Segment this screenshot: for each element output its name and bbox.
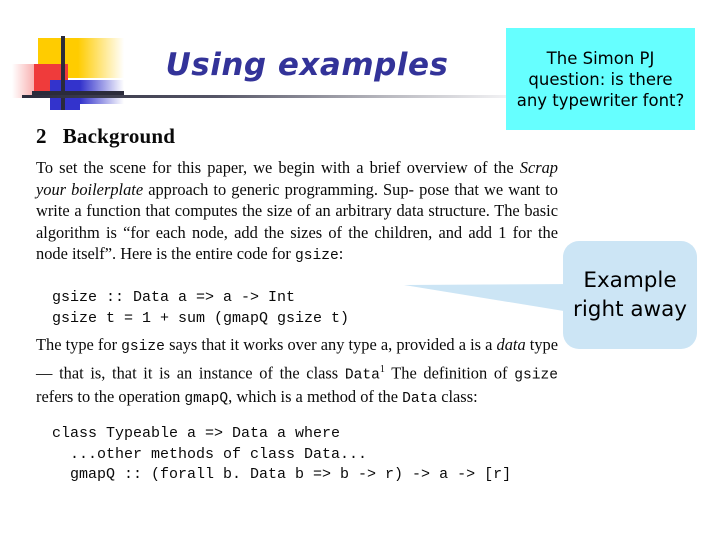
- slide-title: Using examples: [165, 47, 449, 83]
- code-block-gsize: gsize :: Data a => a -> Int gsize t = 1 …: [52, 289, 350, 327]
- para2-code-data: Data: [344, 366, 380, 383]
- para2-code-data-2: Data: [402, 391, 438, 408]
- section-heading: 2 Background: [36, 124, 175, 149]
- code-block-data-class: class Typeable a => Data a where ...othe…: [52, 425, 512, 483]
- para1-code-gsize: gsize: [294, 248, 339, 264]
- para2-line3-pre: The definition of: [391, 362, 515, 382]
- title-underline-rule: [22, 95, 506, 98]
- speech-callout: Example right away: [404, 238, 699, 352]
- para2-line3-post: , which is a: [228, 387, 303, 407]
- para2-code-gsize-2: gsize: [514, 366, 558, 383]
- cyan-note-box: The Simon PJ question: is there any type…: [506, 28, 695, 130]
- para2-line4-pre: method of the: [306, 387, 403, 407]
- callout-body: Example right away: [563, 241, 697, 349]
- para2-code-gmapq: gmapQ: [184, 391, 229, 408]
- footnote-marker: 1: [379, 363, 385, 375]
- callout-text: Example right away: [572, 268, 687, 322]
- header-decoration-graphic: [12, 36, 124, 110]
- section-number: 2: [36, 124, 47, 148]
- para1-line2-post: approach to generic programming. Sup-: [143, 179, 415, 199]
- para2-code-gsize: gsize: [121, 339, 165, 355]
- callout-tail-icon: [404, 284, 576, 313]
- para2-line3-mid: refers to the operation: [36, 387, 185, 407]
- para1-line2-pre: the: [493, 158, 520, 177]
- cyan-note-text: The Simon PJ question: is there any type…: [516, 48, 685, 110]
- para2-line1-pre: The type for: [36, 335, 122, 354]
- para2-line4-post: class:: [437, 387, 478, 407]
- para1-line6-post: :: [338, 244, 344, 263]
- vertical-rule-icon: [61, 36, 65, 110]
- section-title: Background: [62, 124, 176, 148]
- slide-canvas: Using examples 2 Background To set the sc…: [0, 0, 720, 540]
- para1-line6-pre: entire code for: [195, 244, 295, 263]
- para1-line1: To set the scene for this paper, we begi…: [36, 158, 488, 177]
